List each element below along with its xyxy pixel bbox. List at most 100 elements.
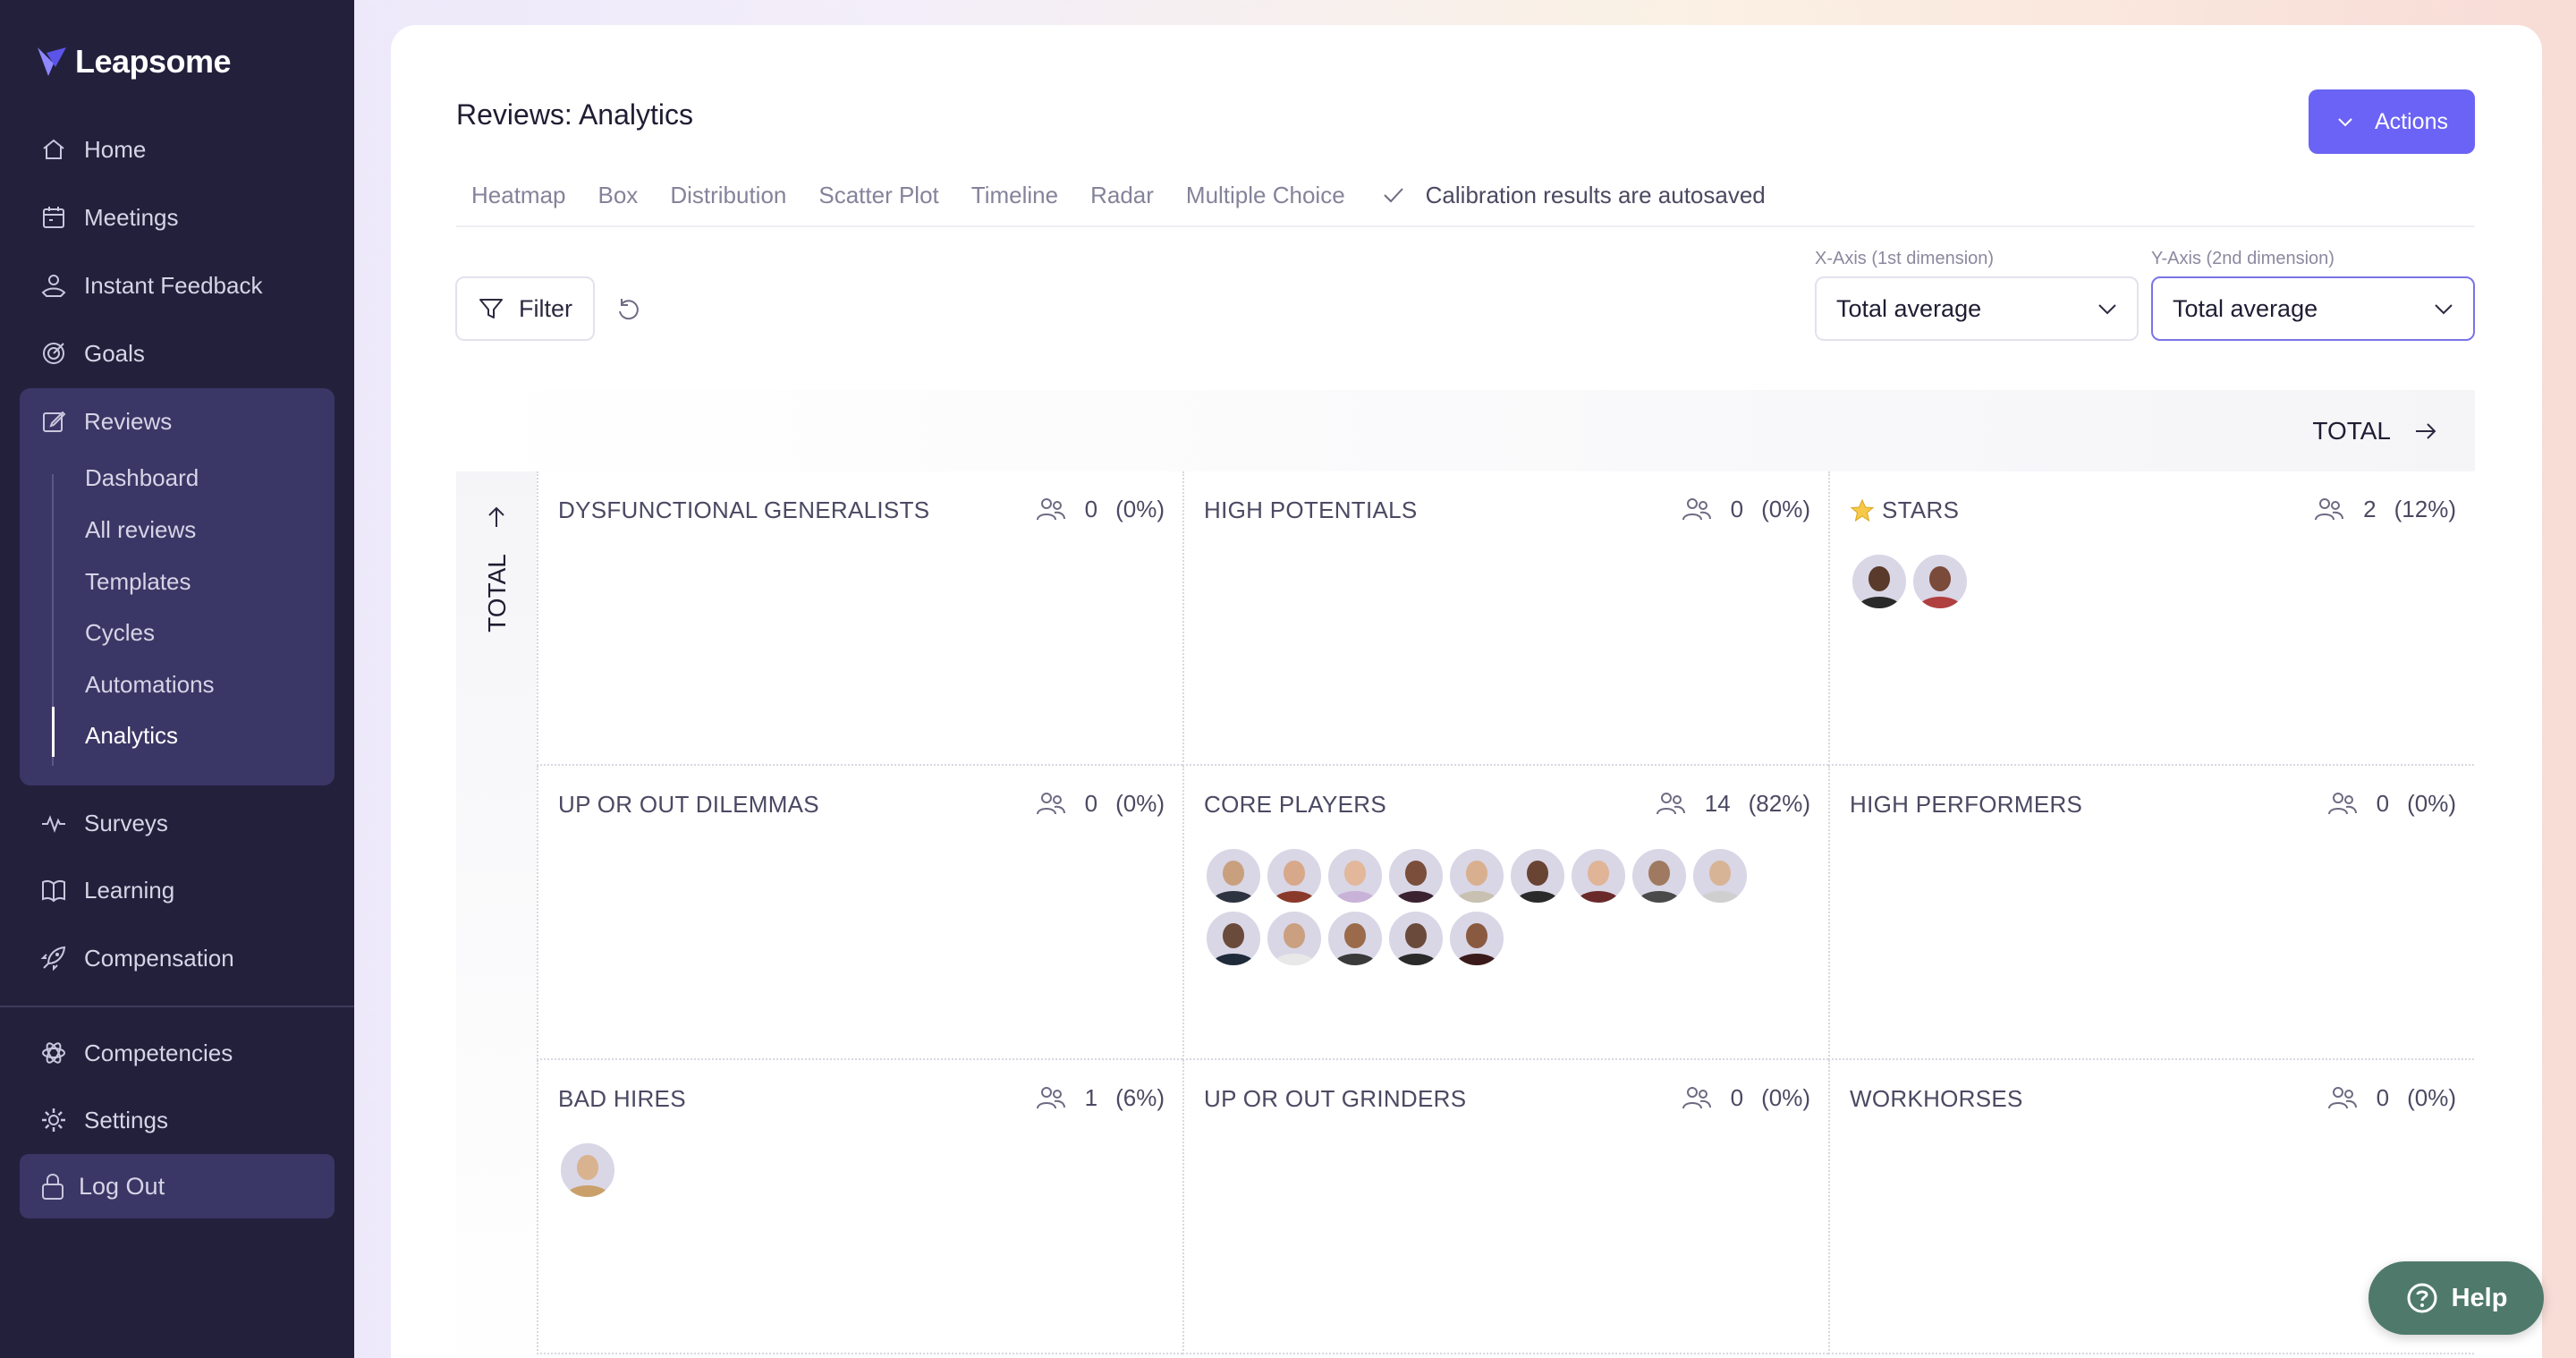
x-total: TOTAL	[2312, 390, 2439, 471]
avatar[interactable]	[558, 1141, 617, 1200]
y-axis-select[interactable]: Total average	[2151, 276, 2475, 341]
cell-title: HIGH POTENTIALS	[1204, 497, 1418, 524]
cell-count: 0 (0%)	[1035, 495, 1165, 523]
people-icon	[1036, 498, 1065, 521]
sidebar-item-learning[interactable]: Learning	[20, 861, 335, 920]
sidebar-item-competencies[interactable]: Competencies	[20, 1023, 335, 1082]
sidebar-subitem-automations[interactable]: Automations	[85, 666, 215, 702]
avatar[interactable]	[1447, 909, 1506, 968]
tab-timeline[interactable]: Timeline	[971, 182, 1058, 209]
cell-count: 0 (0%)	[2326, 789, 2456, 818]
logout-button[interactable]: Log Out	[20, 1154, 335, 1218]
y-axis-value: Total average	[2173, 294, 2318, 322]
cell-title: HIGH PERFORMERS	[1850, 791, 2082, 819]
tab-heatmap[interactable]: Heatmap	[471, 182, 566, 209]
people-icon	[2315, 498, 2344, 521]
cell-count-pct: (6%)	[1115, 1083, 1165, 1111]
feedback-icon	[41, 275, 66, 297]
tab-radar[interactable]: Radar	[1090, 182, 1154, 209]
x-axis-select[interactable]: Total average	[1815, 276, 2139, 341]
avatar[interactable]	[1326, 846, 1385, 905]
grid-cell[interactable]: STARS 2 (12%)	[1828, 471, 2474, 766]
cell-title-text: BAD HIRES	[558, 1085, 686, 1112]
sidebar-subitem-templates[interactable]: Templates	[85, 564, 191, 599]
sidebar-item-settings[interactable]: Settings	[20, 1091, 335, 1150]
cell-count-pct: (0%)	[1115, 789, 1165, 817]
tab-multiple-choice[interactable]: Multiple Choice	[1186, 182, 1345, 209]
grid-cell[interactable]: HIGH POTENTIALS 0 (0%)	[1182, 471, 1828, 766]
y-axis-rail: TOTAL	[456, 471, 537, 1358]
grid-cell[interactable]: BAD HIRES 1 (6%)	[537, 1060, 1182, 1354]
cell-count-value: 0	[1730, 1083, 1744, 1111]
sidebar-item-compensation[interactable]: Compensation	[20, 929, 335, 988]
avatar[interactable]	[1447, 846, 1506, 905]
chevron-down-icon	[2435, 304, 2453, 315]
chevron-down-icon	[2098, 304, 2116, 315]
grid-cell[interactable]: DYSFUNCTIONAL GENERALISTS 0 (0%)	[537, 471, 1182, 766]
target-icon	[43, 343, 64, 364]
avatar[interactable]	[1386, 846, 1445, 905]
sidebar-subitem-all-reviews[interactable]: All reviews	[85, 512, 196, 547]
avatar[interactable]	[1508, 846, 1567, 905]
avatar[interactable]	[1265, 909, 1324, 968]
x-axis-header: TOTAL	[456, 390, 2475, 471]
grid-cell[interactable]: CORE PLAYERS 14 (82%)	[1182, 766, 1828, 1060]
avatar[interactable]	[1850, 552, 1909, 611]
page-title: Reviews: Analytics	[456, 98, 693, 131]
cell-count-value: 2	[2363, 495, 2377, 522]
people-icon	[1036, 793, 1065, 815]
tab-box[interactable]: Box	[598, 182, 639, 209]
cell-count-pct: (0%)	[2407, 1083, 2456, 1111]
y-total-label: TOTAL	[483, 554, 511, 632]
cell-title-text: UP OR OUT DILEMMAS	[558, 791, 819, 818]
home-icon	[43, 139, 64, 159]
sidebar-item-instant-feedback[interactable]: Instant Feedback	[20, 256, 335, 315]
cell-count-value: 0	[2376, 789, 2390, 817]
logo-text: Leapsome	[75, 43, 232, 80]
avatar[interactable]	[1569, 846, 1628, 905]
people-icon	[2327, 793, 2357, 815]
avatar[interactable]	[1326, 909, 1385, 968]
logout-label: Log Out	[79, 1172, 165, 1200]
avatar[interactable]	[1386, 909, 1445, 968]
actions-button[interactable]: Actions	[2309, 89, 2475, 154]
avatar-list	[1204, 846, 1776, 968]
grid-cell[interactable]: UP OR OUT DILEMMAS 0 (0%)	[537, 766, 1182, 1060]
app-logo[interactable]: Leapsome	[36, 43, 232, 81]
tab-distribution[interactable]: Distribution	[670, 182, 786, 209]
sidebar-item-meetings[interactable]: Meetings	[20, 188, 335, 247]
avatar[interactable]	[1204, 909, 1263, 968]
sidebar-item-home[interactable]: Home	[20, 120, 335, 179]
cell-title-text: HIGH PERFORMERS	[1850, 791, 2083, 818]
sidebar-subitem-cycles[interactable]: Cycles	[85, 615, 155, 650]
cell-count-value: 1	[1084, 1083, 1098, 1111]
grid-cell[interactable]: HIGH PERFORMERS 0 (0%)	[1828, 766, 2474, 1060]
sidebar-item-label: Competencies	[84, 1039, 233, 1066]
sidebar-item-label: Goals	[84, 339, 145, 367]
sidebar-item-reviews[interactable]: Reviews	[20, 392, 335, 451]
sidebar-subitem-analytics[interactable]: Analytics	[85, 717, 178, 753]
filter-icon	[479, 299, 503, 318]
cell-count-pct: (0%)	[1761, 495, 1810, 522]
actions-label: Actions	[2375, 108, 2448, 134]
avatar[interactable]	[1265, 846, 1324, 905]
help-button[interactable]: Help	[2368, 1261, 2544, 1335]
cell-title-text: DYSFUNCTIONAL GENERALISTS	[558, 497, 930, 523]
sidebar-item-label: Meetings	[84, 203, 179, 231]
sidebar-item-label: Instant Feedback	[84, 271, 263, 299]
sidebar-item-label: Compensation	[84, 944, 234, 972]
avatar-list	[558, 1141, 1131, 1200]
cell-count-pct: (0%)	[2407, 789, 2456, 817]
cell-count-value: 0	[1084, 789, 1098, 817]
avatar[interactable]	[1204, 846, 1263, 905]
sidebar-item-surveys[interactable]: Surveys	[20, 794, 335, 853]
grid-cell[interactable]: UP OR OUT GRINDERS 0 (0%)	[1182, 1060, 1828, 1354]
avatar[interactable]	[1690, 846, 1750, 905]
sidebar-item-goals[interactable]: Goals	[20, 324, 335, 383]
reset-icon[interactable]	[614, 295, 643, 324]
tab-scatter-plot[interactable]: Scatter Plot	[818, 182, 938, 209]
avatar[interactable]	[1911, 552, 1970, 611]
avatar[interactable]	[1630, 846, 1689, 905]
filter-button[interactable]: Filter	[455, 276, 595, 341]
sidebar-subitem-dashboard[interactable]: Dashboard	[85, 460, 199, 496]
